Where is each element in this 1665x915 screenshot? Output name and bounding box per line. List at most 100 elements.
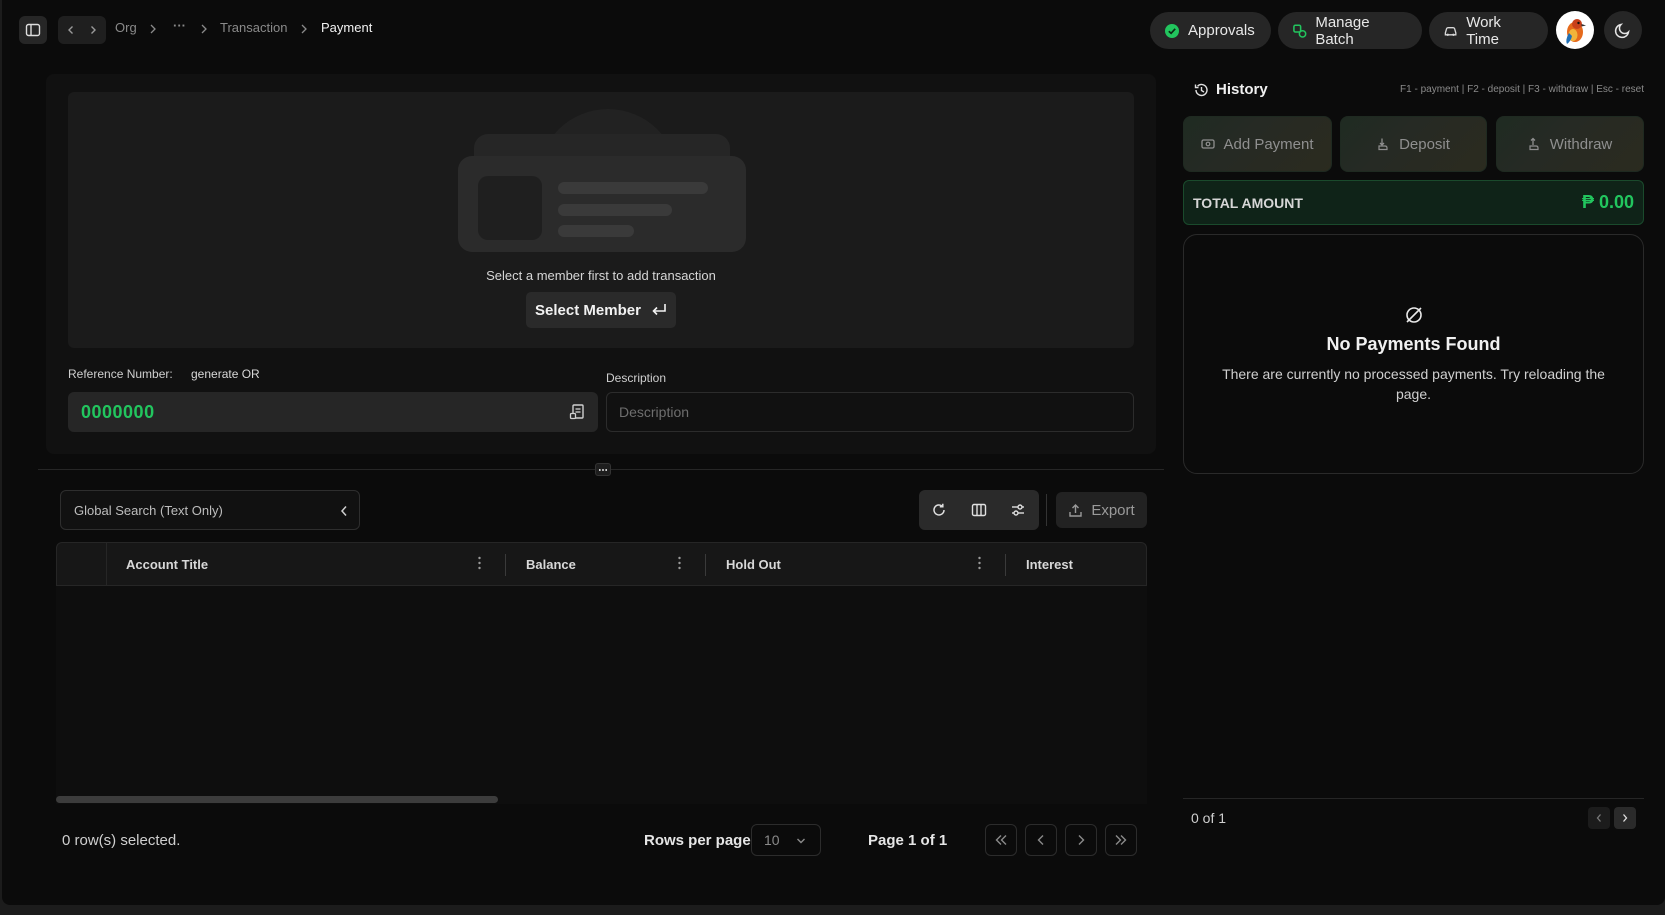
- payment-icon: [1201, 139, 1216, 149]
- breadcrumb-separator-icon: [301, 24, 307, 34]
- breadcrumb-transaction[interactable]: Transaction: [220, 20, 287, 35]
- sidebar-icon: [25, 23, 41, 37]
- back-button[interactable]: [60, 18, 82, 42]
- grip-icon: [599, 468, 607, 471]
- filter-settings-button[interactable]: [1002, 494, 1034, 526]
- add-payment-label: Add Payment: [1223, 135, 1314, 153]
- column-header-balance[interactable]: Balance: [526, 557, 576, 572]
- batch-icon: [1293, 23, 1307, 38]
- horizontal-scrollbar[interactable]: [56, 796, 498, 803]
- resize-handle[interactable]: [595, 463, 611, 476]
- description-field[interactable]: [606, 392, 1134, 432]
- manage-batch-button[interactable]: Manage Batch: [1278, 12, 1422, 49]
- first-page-button[interactable]: [985, 824, 1017, 856]
- withdraw-label: Withdraw: [1549, 135, 1613, 153]
- total-amount-bar: TOTAL AMOUNT ₱ 0.00: [1183, 180, 1644, 225]
- chevrons-right-icon: [1115, 835, 1127, 845]
- reference-number-label: Reference Number:: [68, 367, 173, 381]
- enter-key-icon: [652, 304, 666, 316]
- chevrons-left-icon: [995, 835, 1007, 845]
- select-member-label: Select Member: [535, 301, 641, 319]
- reference-number-value: 0000000: [81, 402, 155, 422]
- export-button[interactable]: Export: [1056, 492, 1147, 528]
- upload-icon: [1069, 503, 1083, 517]
- column-header-interest[interactable]: Interest: [1026, 557, 1073, 572]
- check-badge-icon: [1165, 23, 1179, 38]
- approvals-button[interactable]: Approvals: [1150, 12, 1271, 49]
- reference-number-field[interactable]: 0000000: [68, 392, 598, 432]
- sliders-icon: [1012, 504, 1024, 516]
- toolbar-divider: [1046, 494, 1047, 526]
- empty-state-text: There are currently no processed payment…: [1222, 366, 1605, 402]
- rows-per-page-select[interactable]: 10: [751, 824, 821, 856]
- empty-set-icon: [1406, 307, 1422, 323]
- avatar[interactable]: [1556, 11, 1594, 49]
- column-header-account-title[interactable]: Account Title: [126, 557, 208, 572]
- column-menu-icon[interactable]: [978, 556, 981, 570]
- column-resizer[interactable]: [505, 554, 506, 576]
- global-search-input[interactable]: Global Search (Text Only): [60, 490, 360, 530]
- history-title: History: [1216, 81, 1268, 98]
- deposit-button[interactable]: Deposit: [1340, 116, 1487, 172]
- keyboard-shortcuts-hint: F1 - payment | F2 - deposit | F3 - withd…: [1400, 84, 1644, 95]
- chevron-left-icon[interactable]: [339, 505, 349, 517]
- chevron-left-icon: [68, 26, 73, 34]
- columns-button[interactable]: [963, 494, 995, 526]
- history-pagination-text: 0 of 1: [1191, 810, 1227, 826]
- deposit-icon: [1378, 138, 1388, 151]
- breadcrumb-separator-icon: [150, 24, 156, 34]
- moon-icon: [1614, 23, 1630, 39]
- manage-batch-label: Manage Batch: [1315, 13, 1370, 48]
- refresh-button[interactable]: [923, 494, 955, 526]
- empty-state-title: No Payments Found: [1326, 334, 1501, 354]
- total-amount-label: TOTAL AMOUNT: [1193, 195, 1303, 211]
- member-prompt-text: Select a member first to add transaction: [486, 268, 716, 283]
- car-icon: [1444, 26, 1457, 36]
- breadcrumb-ellipsis[interactable]: ···: [173, 18, 186, 33]
- previous-page-button[interactable]: [1025, 824, 1057, 856]
- last-page-button[interactable]: [1105, 824, 1137, 856]
- chevron-right-icon: [1078, 835, 1085, 845]
- deposit-label: Deposit: [1399, 135, 1450, 153]
- bird-avatar-icon: [1566, 19, 1586, 44]
- generate-or-link[interactable]: generate OR: [191, 367, 260, 381]
- column-header-hold-out[interactable]: Hold Out: [726, 557, 781, 572]
- column-resizer[interactable]: [705, 554, 706, 576]
- table-header: Account Title Balance Hold Out Interest: [56, 542, 1147, 586]
- global-search-placeholder: Global Search (Text Only): [74, 503, 223, 518]
- withdraw-button[interactable]: Withdraw: [1496, 116, 1644, 172]
- chevron-left-icon: [1596, 814, 1601, 822]
- payments-empty-state: No Payments Found There are currently no…: [1183, 234, 1644, 474]
- history-icon: [1194, 83, 1208, 97]
- table-body: [56, 586, 1147, 804]
- history-prev-button[interactable]: [1588, 807, 1610, 829]
- total-amount-value: ₱ 0.00: [1581, 192, 1634, 212]
- column-menu-icon[interactable]: [678, 556, 681, 570]
- work-time-label: Work Time: [1466, 13, 1501, 48]
- column-separator: [106, 543, 107, 585]
- breadcrumb-separator-icon: [201, 24, 207, 34]
- history-footer-divider: [1183, 798, 1644, 799]
- column-menu-icon[interactable]: [478, 556, 481, 570]
- rows-per-page-label: Rows per page: [644, 832, 751, 849]
- history-next-button[interactable]: [1614, 807, 1636, 829]
- select-member-button[interactable]: Select Member: [526, 292, 676, 328]
- column-resizer[interactable]: [1005, 554, 1006, 576]
- page-indicator: Page 1 of 1: [868, 832, 948, 849]
- next-page-button[interactable]: [1065, 824, 1097, 856]
- theme-toggle-button[interactable]: [1604, 11, 1642, 49]
- receipt-icon[interactable]: [569, 403, 587, 421]
- forward-button[interactable]: [82, 18, 104, 42]
- member-card-illustration: [458, 109, 746, 252]
- work-time-button[interactable]: Work Time: [1429, 12, 1548, 49]
- app-window: Org ··· Transaction Payment Approvals Ma…: [2, 0, 1665, 905]
- add-payment-button[interactable]: Add Payment: [1183, 116, 1332, 172]
- export-label: Export: [1091, 501, 1135, 519]
- description-label: Description: [606, 371, 667, 385]
- breadcrumb-org[interactable]: Org: [115, 20, 137, 35]
- sidebar-toggle-button[interactable]: [19, 16, 47, 44]
- rows-per-page-value: 10: [764, 832, 780, 848]
- approvals-label: Approvals: [1188, 22, 1255, 39]
- breadcrumb-payment: Payment: [321, 20, 373, 35]
- refresh-icon: [933, 503, 945, 516]
